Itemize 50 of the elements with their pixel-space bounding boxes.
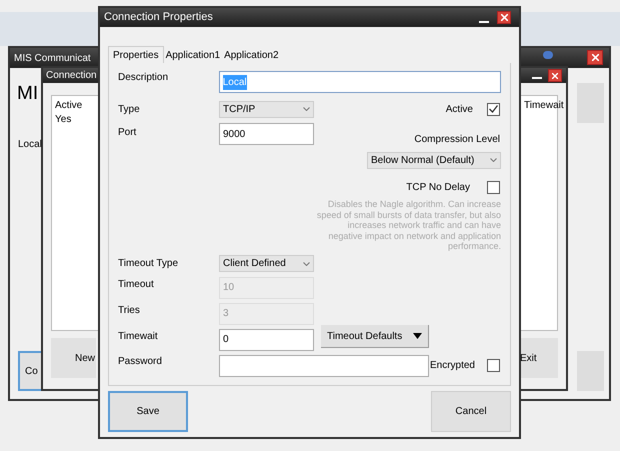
help-text: Disables the Nagle algorithm. Can increase speed of small bursts of data transfer, but also increases network traffic and can have negative impact on network and application performance. [316,199,501,252]
timewait-field[interactable]: 0 [219,328,314,350]
column-header: Timewait [524,99,564,113]
checkbox-label: Encrypted [430,359,475,373]
timeout-type-dropdown[interactable]: Client Defined [219,255,314,272]
field-label: Compression Level [414,133,500,147]
checkmark-icon [489,105,498,113]
window-title: Connection [46,69,97,83]
close-button[interactable] [548,69,562,82]
tab[interactable]: Application2 [222,48,281,63]
type-dropdown[interactable]: TCP/IP [219,100,314,118]
field-label: Type [118,102,141,116]
connect-button[interactable]: Co [18,351,41,391]
tab[interactable]: Properties [108,46,164,63]
chevron-icon [490,158,497,162]
chevron-icon [303,262,310,266]
table-cell-text: Yes [55,113,72,127]
password-field[interactable] [219,354,429,376]
tcp-no-delay-checkbox[interactable] [487,180,500,194]
active-checkbox[interactable] [487,102,500,116]
close-icon [552,72,558,78]
field-label: Description [118,71,170,85]
window-title: Connection Properties [104,10,214,26]
field-label: Password [118,354,163,368]
cancel-button[interactable]: Cancel [431,391,511,432]
save-button[interactable]: Save [108,391,188,432]
compression-dropdown[interactable]: Below Normal (Default) [367,152,501,168]
checkbox-label: TCP No Delay [406,180,470,194]
close-button[interactable] [497,11,511,24]
window-title: MIS Communicat [14,52,91,66]
close-icon [592,54,598,61]
checkbox-label: Active [446,102,473,116]
list-cell-text: Local [18,138,42,152]
port-field[interactable]: 9000 [219,123,314,145]
field-label: Timeout Type [118,257,180,271]
field-label: Tries [118,304,141,318]
chevron-icon [303,107,310,111]
close-button[interactable] [587,50,603,65]
close-icon [500,14,508,21]
tab[interactable]: Application1 [164,48,222,63]
field-label: Timewait [118,330,159,344]
field-label: Timeout [118,278,155,292]
column-header: Active [55,99,82,113]
timeout-defaults-button[interactable]: Timeout Defaults [321,325,429,348]
dropdown-arrow-icon [413,333,422,339]
field-label: Port [118,126,138,140]
app-heading: MI [17,82,38,106]
exit-button[interactable]: Exit [518,338,558,378]
new-button[interactable]: New [51,338,96,378]
encrypted-checkbox[interactable] [487,359,500,372]
